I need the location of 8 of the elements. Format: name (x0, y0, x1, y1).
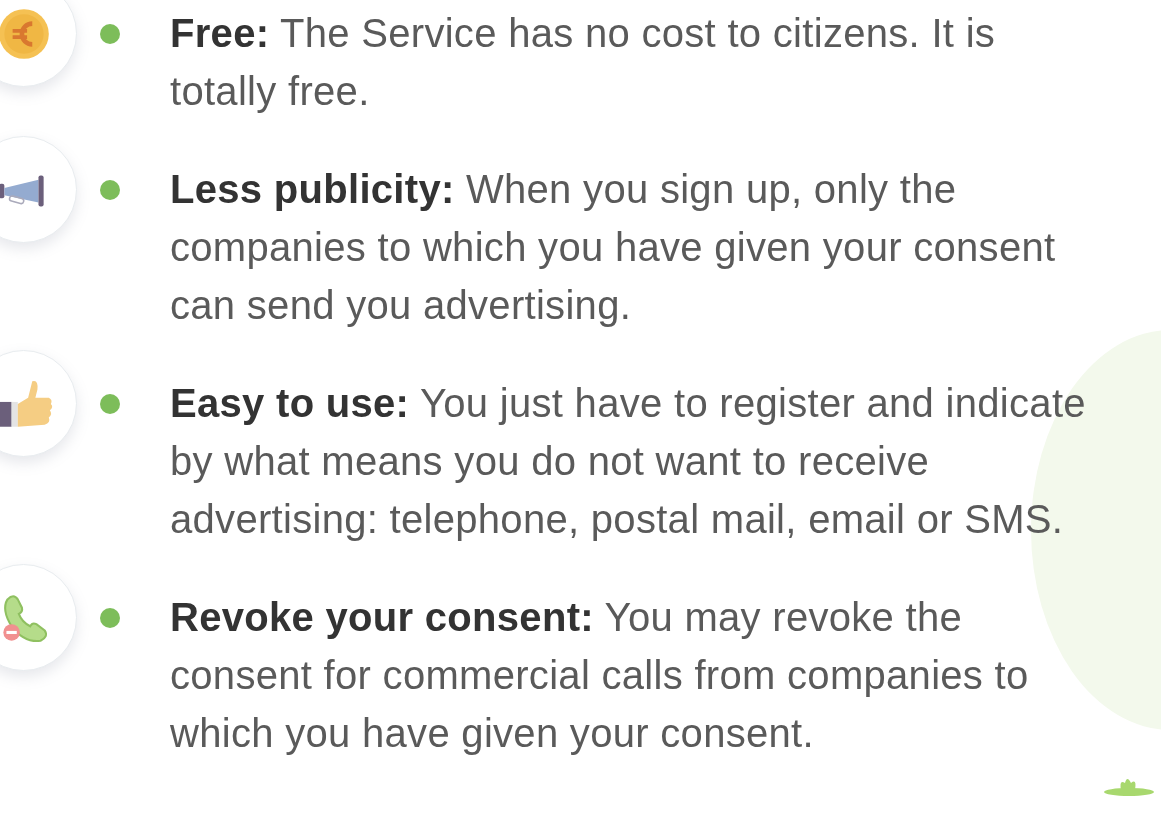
bullet-dot (100, 180, 120, 200)
bullet-dot (100, 24, 120, 44)
feature-text: Easy to use: You just have to register and indicate by what means you do not want to receive advertising: telephone, postal mail, email or SMS. (170, 380, 1087, 543)
feature-text: Revoke your consent: You may revoke the consent for commercial calls from companies to which you have given your consent. (170, 594, 1030, 757)
bullet-dot (100, 608, 120, 628)
feature-text: Less publicity: When you sign up, only the companies to which you have given your consent can send you advertising. (170, 166, 1057, 329)
bullet-dot (100, 394, 120, 414)
feature-text: Free: The Service has no cost to citizens. It is totally free. (170, 10, 997, 115)
